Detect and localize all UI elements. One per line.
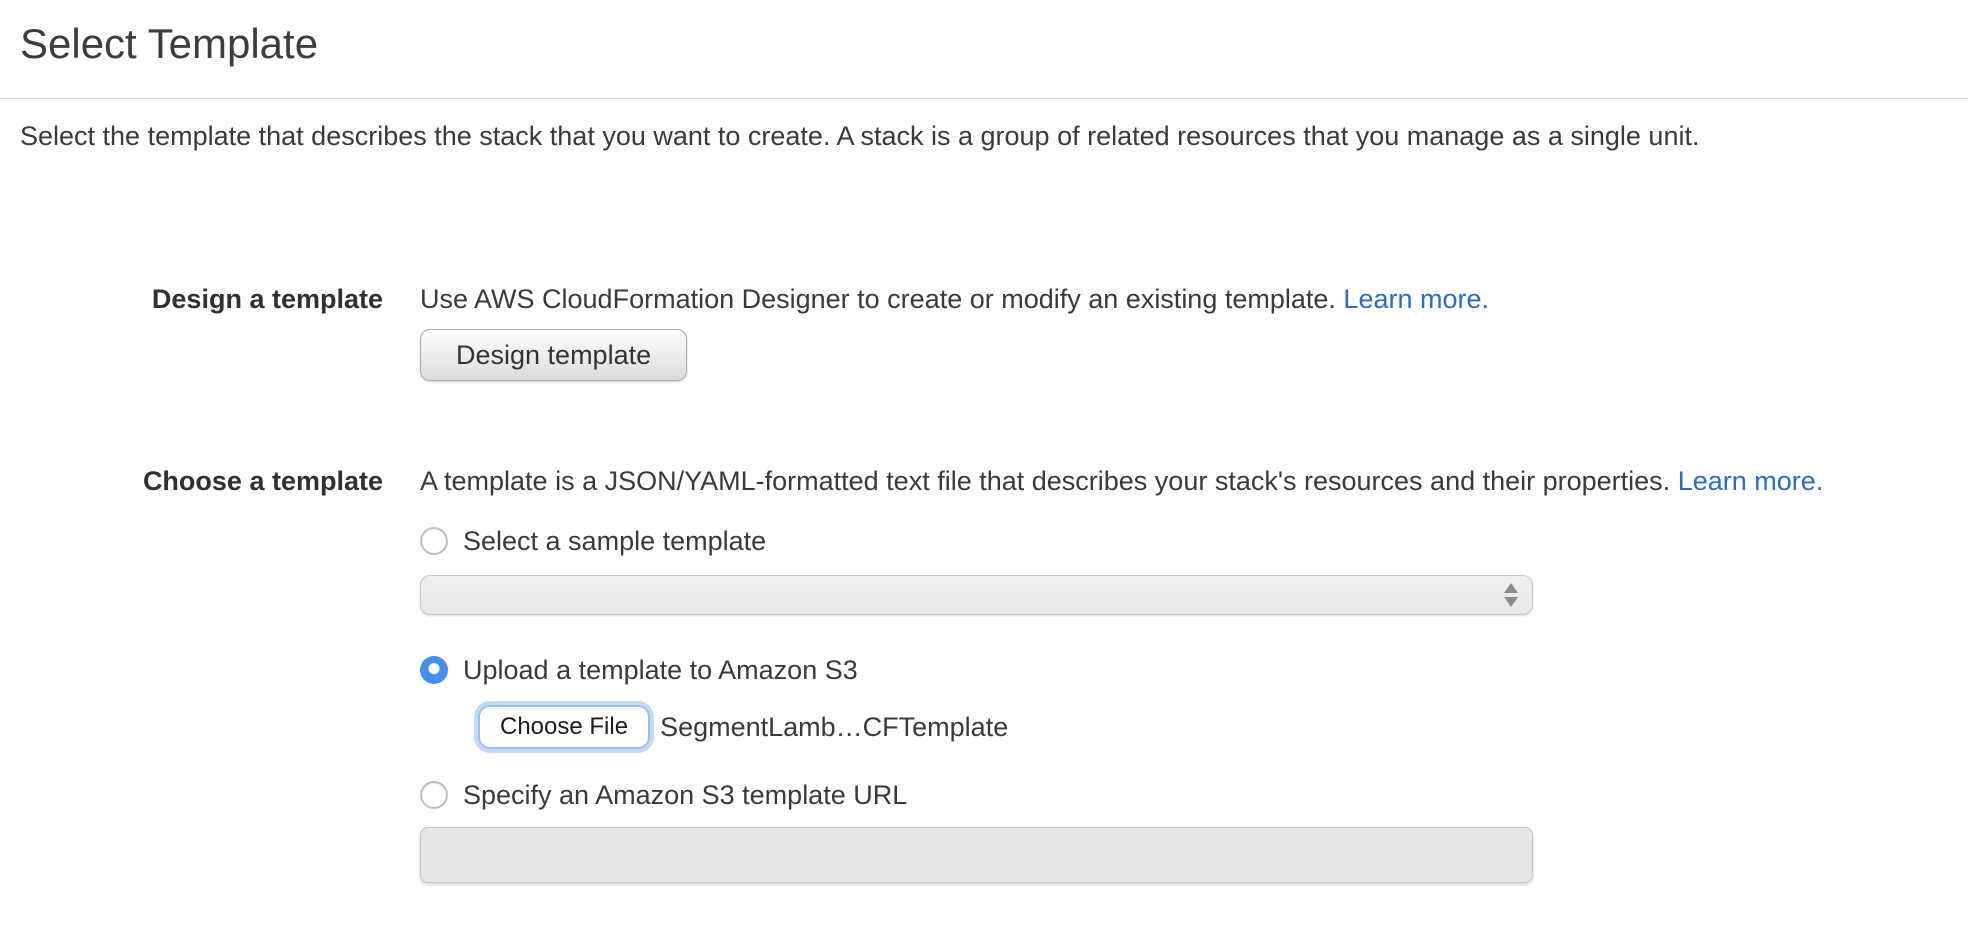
- sample-template-select[interactable]: [420, 575, 1533, 615]
- radio-unselected-icon[interactable]: [420, 527, 448, 555]
- sample-template-option-label: Select a sample template: [463, 524, 766, 558]
- page-title: Select Template: [0, 0, 1968, 70]
- design-template-row: Design a template Use AWS CloudFormation…: [0, 282, 1968, 381]
- radio-unselected-icon[interactable]: [420, 781, 448, 809]
- design-learn-more-link[interactable]: Learn more.: [1343, 284, 1489, 314]
- choose-template-description-line: A template is a JSON/YAML-formatted text…: [420, 464, 1823, 498]
- url-template-option[interactable]: Specify an Amazon S3 template URL: [420, 778, 1823, 812]
- selected-file-name: SegmentLamb…CFTemplate: [660, 710, 1008, 744]
- select-template-form: Design a template Use AWS CloudFormation…: [0, 282, 1968, 883]
- select-template-page: Select Template Select the template that…: [0, 0, 1968, 883]
- choose-template-label: Choose a template: [0, 464, 383, 498]
- design-template-label: Design a template: [0, 282, 383, 316]
- design-template-description: Use AWS CloudFormation Designer to creat…: [420, 284, 1336, 314]
- radio-selected-icon[interactable]: [420, 656, 448, 684]
- choose-file-button[interactable]: Choose File: [478, 705, 650, 749]
- url-template-option-label: Specify an Amazon S3 template URL: [463, 778, 907, 812]
- upload-template-option-label: Upload a template to Amazon S3: [463, 653, 858, 687]
- header-divider: [0, 98, 1968, 99]
- intro-text: Select the template that describes the s…: [20, 119, 1968, 153]
- choose-learn-more-link[interactable]: Learn more.: [1678, 466, 1824, 496]
- upload-template-option[interactable]: Upload a template to Amazon S3: [420, 653, 1823, 687]
- design-template-button[interactable]: Design template: [420, 329, 687, 381]
- sample-template-option[interactable]: Select a sample template: [420, 524, 1823, 558]
- choose-template-description: A template is a JSON/YAML-formatted text…: [420, 466, 1670, 496]
- select-stepper-icon: [1504, 583, 1518, 607]
- design-template-description-line: Use AWS CloudFormation Designer to creat…: [420, 282, 1489, 316]
- arrow-down-icon: [1504, 597, 1518, 607]
- s3-url-input[interactable]: [420, 827, 1533, 883]
- choose-template-row: Choose a template A template is a JSON/Y…: [0, 464, 1968, 883]
- arrow-up-icon: [1504, 583, 1518, 593]
- file-upload-row: Choose File SegmentLamb…CFTemplate: [478, 705, 1823, 749]
